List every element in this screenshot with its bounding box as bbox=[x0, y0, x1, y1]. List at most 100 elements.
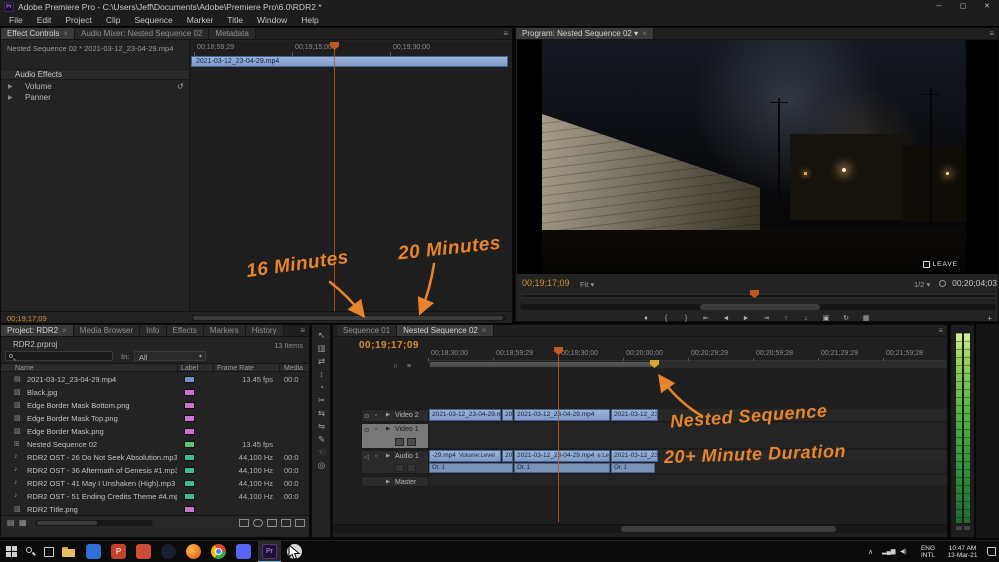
video1-track-header[interactable]: ⊙ ▫ ▶ Video 1 bbox=[361, 423, 429, 449]
minimize-button[interactable]: ─ bbox=[927, 0, 951, 14]
taskbar-clock[interactable]: 10:47 AM13-Mar-21 bbox=[941, 545, 984, 559]
step-back-button[interactable]: ◄ bbox=[720, 315, 733, 322]
table-row[interactable]: ▨Edge Border Mask.png bbox=[1, 425, 309, 438]
master-track[interactable] bbox=[429, 476, 947, 487]
taskbar-app-icon[interactable] bbox=[86, 544, 101, 559]
track-lock-icon[interactable]: ▫ bbox=[375, 412, 377, 419]
master-track-header[interactable]: ▶ Master bbox=[361, 476, 429, 487]
razor-tool[interactable]: ✂ bbox=[312, 394, 331, 407]
project-scrollbar-thumb[interactable] bbox=[37, 521, 97, 525]
menu-sequence[interactable]: Sequence bbox=[127, 15, 179, 25]
dropdown-icon[interactable]: ▾ bbox=[634, 29, 638, 38]
toggle-track-audio-icon[interactable]: ◁ bbox=[364, 453, 369, 461]
collapse-arrow-icon[interactable]: ▶ bbox=[386, 453, 390, 459]
slip-tool[interactable]: ⇆ bbox=[312, 407, 331, 420]
timeline-scrollbar-thumb[interactable] bbox=[621, 526, 836, 532]
tab-close-icon[interactable]: × bbox=[642, 29, 647, 38]
table-row[interactable]: ▨Black.jpg bbox=[1, 386, 309, 399]
go-to-in-button[interactable]: ⇤ bbox=[700, 314, 713, 322]
filter-dropdown[interactable]: All ▾ bbox=[134, 351, 206, 361]
table-row[interactable]: ▤2021-03-12_23-04-29.mp413.45 fps00:0 bbox=[1, 373, 309, 386]
slide-tool[interactable]: ⇋ bbox=[312, 420, 331, 433]
label-chip[interactable] bbox=[184, 389, 195, 396]
tab-history[interactable]: History bbox=[246, 325, 284, 336]
collapse-arrow-icon[interactable]: ▶ bbox=[386, 412, 390, 418]
menu-edit[interactable]: Edit bbox=[30, 15, 59, 25]
label-chip[interactable] bbox=[184, 467, 195, 474]
timeline-playhead-line[interactable] bbox=[558, 354, 559, 522]
project-search-box[interactable] bbox=[5, 351, 113, 361]
discord-icon[interactable] bbox=[236, 544, 251, 559]
selection-tool[interactable]: ↖ bbox=[312, 329, 331, 342]
list-view-button[interactable]: ▤ bbox=[7, 518, 15, 527]
step-forward-button[interactable]: ⇥ bbox=[760, 314, 773, 322]
collapse-arrow-icon[interactable]: ▶ bbox=[8, 94, 13, 101]
panel-menu-icon[interactable]: ≡ bbox=[938, 326, 943, 335]
fit-dropdown[interactable]: Fit ▾ bbox=[580, 280, 594, 289]
column-label[interactable]: Label bbox=[181, 365, 198, 372]
timeline-audio-clip[interactable]: 2021-03-12_23-... bbox=[611, 450, 658, 462]
timeline-clip[interactable]: 2021-03-12_23-... bbox=[611, 409, 658, 421]
program-timecode[interactable]: 00;19;17;09 bbox=[522, 278, 570, 288]
ec-playhead-line[interactable] bbox=[334, 49, 335, 311]
close-button[interactable]: ✕ bbox=[975, 0, 999, 14]
mark-in-button[interactable]: { bbox=[660, 315, 673, 322]
chrome-icon[interactable] bbox=[211, 544, 226, 559]
export-frame-button[interactable]: ▣ bbox=[820, 314, 833, 322]
rolling-edit-tool[interactable]: ↕ bbox=[312, 368, 331, 381]
tab-sequence-01[interactable]: Sequence 01 bbox=[337, 325, 397, 336]
column-name[interactable]: Name bbox=[15, 365, 34, 372]
tab-metadata[interactable]: Metadata bbox=[209, 28, 255, 39]
show-keyframes-button[interactable] bbox=[407, 438, 416, 446]
zoom-level-dropdown[interactable]: 1/2 ▾ bbox=[914, 280, 930, 289]
timeline-clip[interactable]: 2021-03-12_23-04-29.mp4 bbox=[514, 409, 610, 421]
tab-project[interactable]: Project: RDR2× bbox=[1, 325, 74, 336]
menu-clip[interactable]: Clip bbox=[99, 15, 128, 25]
ec-zoom-scrollbar[interactable] bbox=[191, 315, 506, 321]
reset-effect-icon[interactable]: ↺ bbox=[177, 82, 184, 91]
label-chip[interactable] bbox=[184, 415, 195, 422]
menu-marker[interactable]: Marker bbox=[180, 15, 220, 25]
program-scrollbar-thumb[interactable] bbox=[700, 304, 820, 310]
start-button[interactable] bbox=[6, 546, 17, 557]
timeline-clip[interactable]: 2021 bbox=[502, 409, 513, 421]
clip-volume-fx-label[interactable]: e:Level bbox=[597, 453, 610, 459]
timeline-audio-clip[interactable]: 2021-03-12_23-04-29.mp4e:Level bbox=[514, 450, 610, 462]
audio-sub-clip[interactable]: Or. 1 bbox=[611, 463, 655, 473]
menu-project[interactable]: Project bbox=[58, 15, 98, 25]
ec-effect-volume[interactable]: Volume bbox=[25, 82, 52, 91]
tab-close-icon[interactable]: × bbox=[482, 326, 487, 335]
timeline-scrollbar[interactable] bbox=[333, 524, 947, 533]
track-select-tool[interactable]: ▥ bbox=[312, 342, 331, 355]
add-marker-button[interactable]: ♦ bbox=[640, 315, 653, 322]
timeline-timecode[interactable]: 00;19;17;09 bbox=[359, 340, 419, 351]
find-button[interactable] bbox=[253, 519, 263, 527]
timeline-audio-clip[interactable]: -29.mp4Volume:Level bbox=[429, 450, 501, 462]
clear-button[interactable] bbox=[295, 519, 305, 527]
safe-margins-button[interactable]: ▦ bbox=[860, 314, 873, 322]
toggle-track-output-icon[interactable]: ⊙ bbox=[364, 412, 369, 420]
zoom-tool[interactable]: ◎ bbox=[312, 459, 331, 472]
panel-menu-icon[interactable]: ≡ bbox=[989, 29, 994, 38]
steam-icon[interactable] bbox=[161, 544, 176, 559]
mark-out-button[interactable]: } bbox=[680, 315, 693, 322]
taskbar-search-icon[interactable] bbox=[26, 547, 36, 557]
label-chip[interactable] bbox=[184, 402, 195, 409]
tab-media-browser[interactable]: Media Browser bbox=[74, 325, 140, 336]
volume-icon[interactable]: ◀) bbox=[900, 548, 907, 555]
project-scrollbar[interactable] bbox=[35, 520, 153, 526]
audio-sub-clip[interactable]: Or. 1 bbox=[514, 463, 610, 473]
play-button[interactable]: ► bbox=[740, 315, 753, 322]
label-chip[interactable] bbox=[184, 441, 195, 448]
work-area-bar[interactable] bbox=[429, 361, 658, 368]
new-bin-button[interactable] bbox=[267, 519, 277, 527]
table-row[interactable]: ⊞Nested Sequence 0213.45 fps bbox=[1, 438, 309, 451]
label-chip[interactable] bbox=[184, 428, 195, 435]
new-item-button[interactable] bbox=[281, 519, 291, 527]
ec-zoom-scrollbar-thumb[interactable] bbox=[193, 316, 503, 320]
firefox-icon[interactable] bbox=[186, 544, 201, 559]
menu-window[interactable]: Window bbox=[250, 15, 294, 25]
hand-tool[interactable]: ☜ bbox=[312, 446, 331, 459]
menu-title[interactable]: Title bbox=[220, 15, 250, 25]
snap-icon[interactable]: ∩ bbox=[393, 363, 398, 370]
